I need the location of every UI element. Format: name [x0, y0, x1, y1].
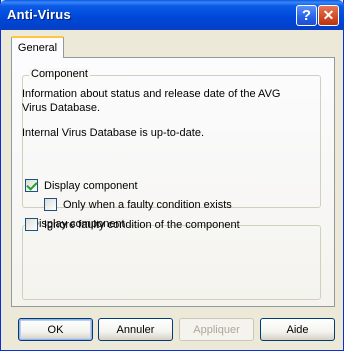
- anti-virus-dialog: Anti-Virus ? ✕ General Component Informa…: [0, 0, 344, 351]
- help-button[interactable]: Aide: [260, 318, 335, 341]
- database-status-text: Internal Virus Database is up-to-date.: [22, 127, 205, 139]
- help-icon[interactable]: ?: [296, 5, 317, 26]
- display-component-groupbox: Display component: [22, 218, 321, 300]
- close-icon[interactable]: ✕: [318, 5, 339, 26]
- display-component-checkbox[interactable]: [25, 179, 38, 192]
- ignore-faulty-option[interactable]: Ignore faulty condition of the component: [25, 218, 240, 231]
- tab-general[interactable]: General: [11, 36, 64, 58]
- display-component-option[interactable]: Display component: [25, 179, 138, 192]
- faulty-condition-only-checkbox[interactable]: [44, 198, 57, 211]
- faulty-condition-only-option[interactable]: Only when a faulty condition exists: [44, 198, 232, 211]
- component-group-legend: Component: [29, 68, 90, 80]
- window-title: Anti-Virus: [7, 7, 71, 22]
- component-description: Information about status and release dat…: [22, 88, 281, 114]
- apply-button[interactable]: Appliquer: [179, 318, 254, 341]
- faulty-condition-only-label: Only when a faulty condition exists: [63, 198, 232, 211]
- ignore-faulty-label: Ignore faulty condition of the component: [44, 218, 240, 231]
- tab-general-label: General: [17, 42, 58, 54]
- cancel-button[interactable]: Annuler: [98, 318, 173, 341]
- ok-button[interactable]: OK: [18, 318, 93, 341]
- display-component-label: Display component: [44, 179, 138, 192]
- ignore-faulty-checkbox[interactable]: [25, 218, 38, 231]
- title-bar[interactable]: Anti-Virus ? ✕: [0, 0, 344, 30]
